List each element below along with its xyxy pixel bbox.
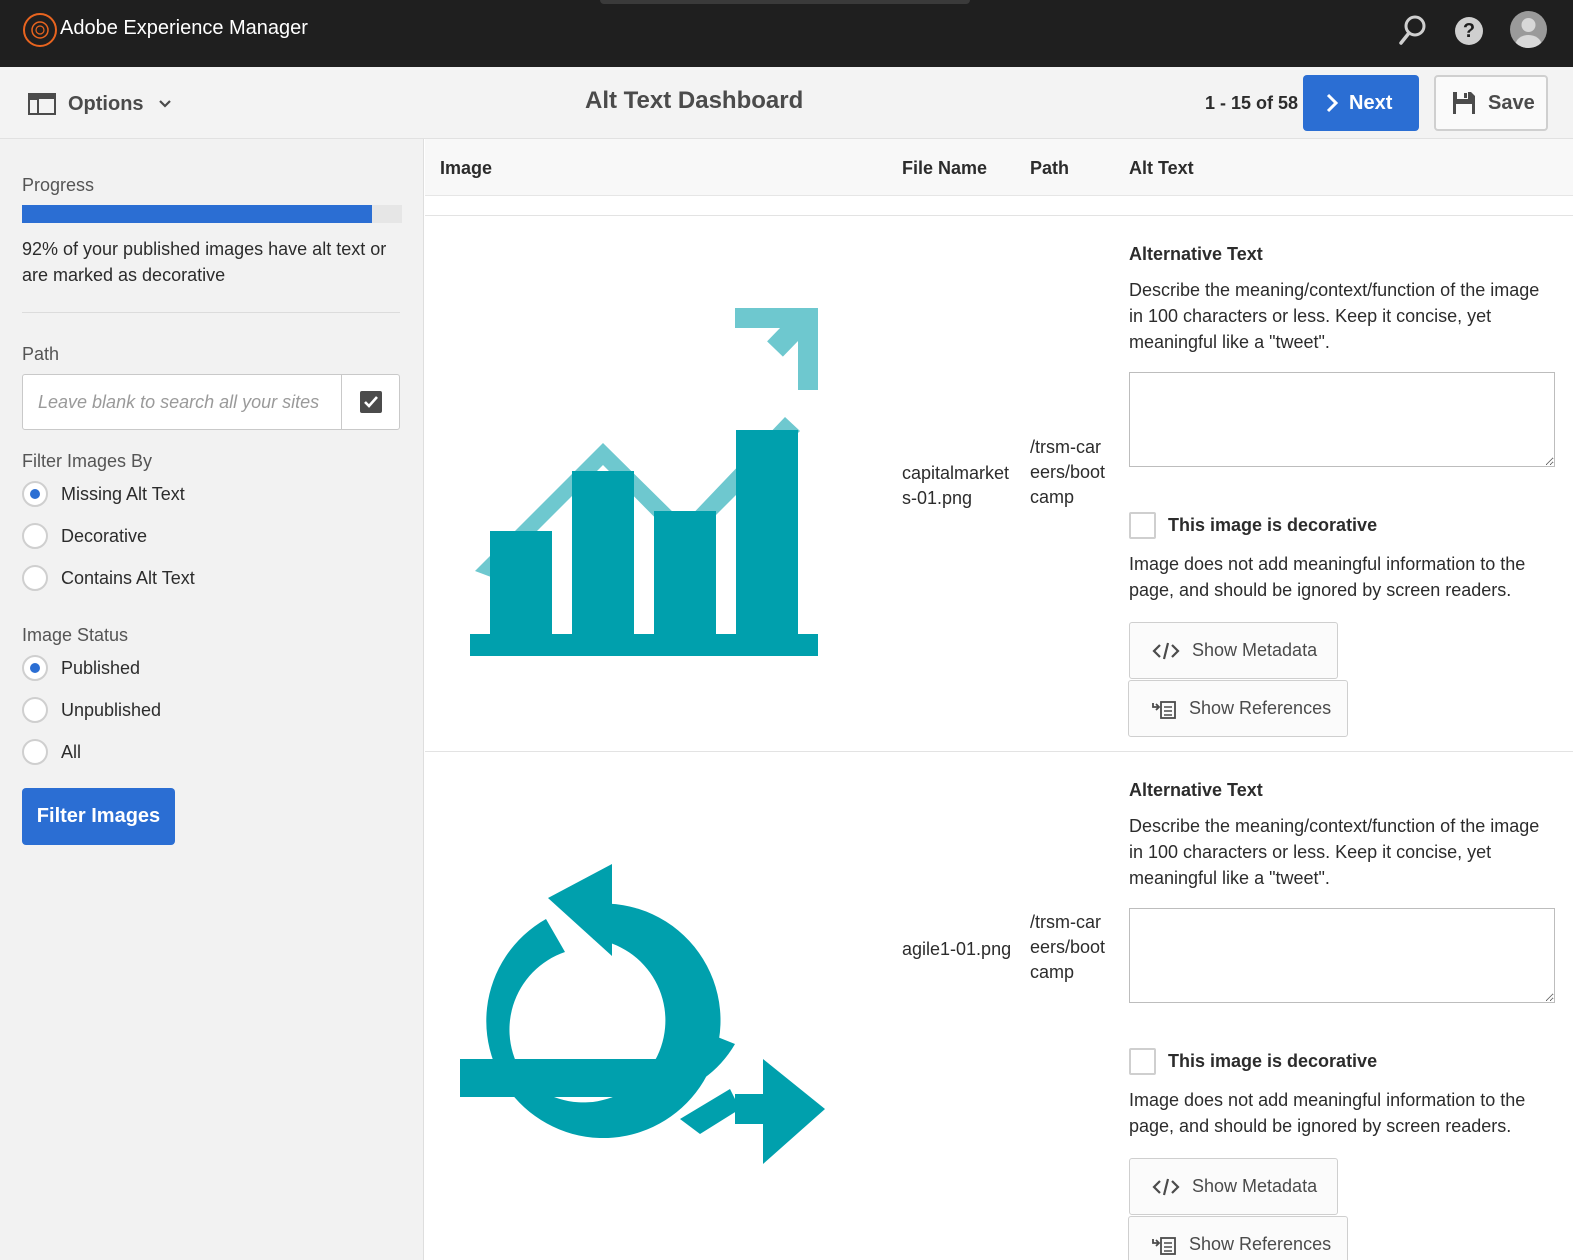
chevron-right-icon [1326,93,1339,113]
radio-label: All [61,741,82,762]
path-input[interactable] [23,375,341,429]
divider [22,312,400,313]
user-avatar-icon[interactable] [1510,11,1547,48]
progress-fill [22,205,372,223]
options-sidebar: Progress 92% of your published images ha… [0,139,424,1260]
filter-images-button[interactable]: Filter Images [22,788,175,845]
radio-all[interactable]: All [22,739,81,765]
path-cell: /trsm-careers/bootcamp [1030,912,1106,982]
table-header: Image File Name Path Alt Text [425,139,1573,196]
decorative-label: This image is decorative [1168,1051,1378,1071]
image-status-label: Image Status [22,625,129,645]
alt-text-title: Alternative Text [1129,780,1263,800]
radio-contains-alt-text[interactable]: Contains Alt Text [22,565,195,591]
radio-button[interactable] [22,697,48,723]
radio-label: Published [61,657,141,678]
alt-text-title: Alternative Text [1129,244,1263,264]
filter-images-by-label: Filter Images By [22,451,153,471]
code-icon [1152,1178,1180,1195]
top-bar: Adobe Experience Manager ? [0,0,1573,67]
adobe-logo-icon[interactable] [23,13,57,47]
radio-label: Decorative [61,525,148,546]
alt-text-cell: Alternative Text Describe the meaning/co… [1128,780,1559,1260]
next-label: Next [1349,91,1393,114]
radio-button[interactable] [22,481,48,507]
references-icon [1152,700,1176,719]
radio-button[interactable] [22,523,48,549]
bar-chart-trend-icon [470,308,818,656]
save-icon [1453,92,1475,114]
path-select-button[interactable] [341,375,399,429]
options-button[interactable]: Options [28,89,172,119]
alt-text-input[interactable] [1129,372,1555,467]
table-row: agile1-01.png /trsm-careers/bootcamp Alt… [425,752,1573,1260]
help-icon[interactable]: ? [1455,17,1483,45]
decorative-toggle[interactable]: This image is decorative [1129,512,1559,539]
sidebar-toggle-icon [28,93,56,115]
app-title[interactable]: Adobe Experience Manager [60,17,308,40]
checkbox-checked-icon [359,391,382,413]
progress-bar [22,205,402,223]
decorative-description: Image does not add meaningful informatio… [1129,1090,1526,1136]
code-icon [1152,642,1180,659]
decorative-label: This image is decorative [1168,515,1378,535]
column-header-image: Image [440,158,493,178]
radio-missing-alt-text[interactable]: Missing Alt Text [22,481,185,507]
show-references-label: Show References [1189,698,1332,718]
action-bar: Options Alt Text Dashboard 1 - 15 of 58 … [0,67,1573,139]
progress-text: 92% of your published images have alt te… [22,239,387,285]
file-name-cell: agile1-01.png [902,939,1012,959]
radio-button[interactable] [22,655,48,681]
save-button[interactable]: Save [1434,75,1548,131]
radio-button[interactable] [22,739,48,765]
show-metadata-label: Show Metadata [1192,640,1318,660]
show-metadata-button[interactable]: Show Metadata [1129,1158,1338,1215]
column-header-path: Path [1030,158,1070,178]
decorative-checkbox[interactable] [1129,512,1156,539]
progress-label: Progress [22,175,95,195]
chevron-down-icon [158,100,171,108]
search-icon[interactable] [1398,14,1428,51]
agile-cycle-icon [460,864,825,1164]
column-header-file-name: File Name [902,158,988,178]
path-label: Path [22,344,60,364]
decorative-toggle[interactable]: This image is decorative [1129,1048,1559,1075]
show-metadata-button[interactable]: Show Metadata [1129,622,1338,679]
file-name-cell: capitalmarkets-01.png [902,463,1010,508]
decorative-description: Image does not add meaningful informatio… [1129,554,1526,600]
path-cell: /trsm-careers/bootcamp [1030,437,1106,507]
alt-text-description: Describe the meaning/context/function of… [1129,816,1540,888]
decorative-checkbox[interactable] [1129,1048,1156,1075]
radio-published[interactable]: Published [22,655,140,681]
radio-decorative[interactable]: Decorative [22,523,147,549]
alt-text-input[interactable] [1129,908,1555,1003]
radio-label: Missing Alt Text [61,483,185,504]
show-references-button[interactable]: Show References [1128,1216,1348,1260]
path-field [22,374,400,430]
table-row: capitalmarkets-01.png /trsm-careers/boot… [425,216,1573,751]
radio-label: Contains Alt Text [61,567,195,588]
show-references-button[interactable]: Show References [1128,680,1348,737]
environment-tab [600,0,970,4]
next-button[interactable]: Next [1303,75,1419,131]
radio-label: Unpublished [61,699,162,720]
page-title: Alt Text Dashboard [585,87,804,114]
radio-button[interactable] [22,565,48,591]
pagination-count: 1 - 15 of 58 [1205,93,1299,113]
images-table: Image File Name Path Alt Text capitalmar… [425,139,1573,1260]
alt-text-description: Describe the meaning/context/function of… [1129,280,1540,352]
show-metadata-label: Show Metadata [1192,1176,1318,1196]
save-label: Save [1488,91,1535,114]
alt-text-cell: Alternative Text Describe the meaning/co… [1128,244,1559,737]
radio-unpublished[interactable]: Unpublished [22,697,161,723]
column-header-alt-text: Alt Text [1129,158,1194,178]
references-icon [1152,1236,1176,1255]
options-label: Options [68,92,144,115]
show-references-label: Show References [1189,1234,1332,1254]
